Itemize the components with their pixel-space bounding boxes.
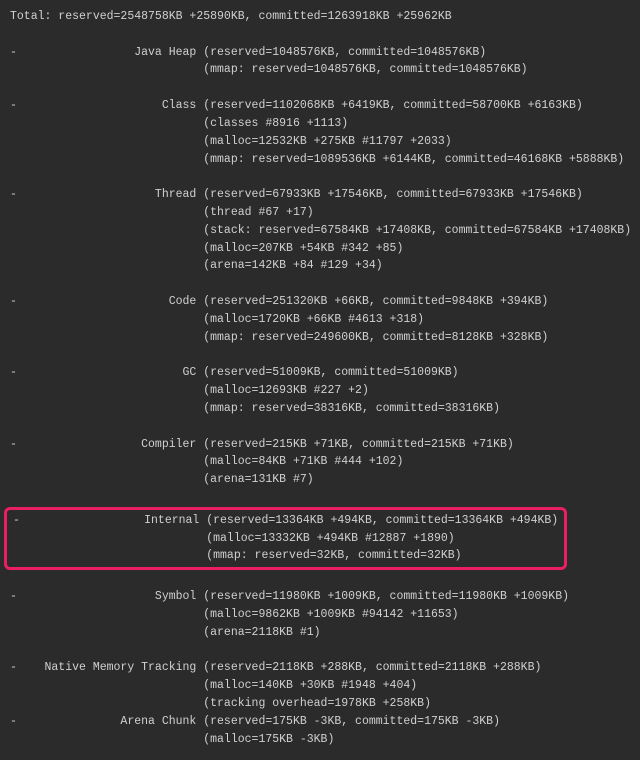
section-detail-line: (mmap: reserved=32KB, committed=32KB) xyxy=(13,547,558,565)
section-detail-line: (malloc=84KB +71KB #444 +102) xyxy=(10,453,630,471)
total-line: Total: reserved=2548758KB +25890KB, comm… xyxy=(10,8,630,26)
section-detail-line: (stack: reserved=67584KB +17408KB, commi… xyxy=(10,222,630,240)
section-line: - Code (reserved=251320KB +66KB, committ… xyxy=(10,293,630,311)
section-detail-line: (arena=142KB +84 #129 +34) xyxy=(10,257,630,275)
section-detail-line: (malloc=1720KB +66KB #4613 +318) xyxy=(10,311,630,329)
section-line: - Java Heap (reserved=1048576KB, committ… xyxy=(10,44,630,62)
blank-line xyxy=(10,418,630,436)
section-detail-line: (malloc=175KB -3KB) xyxy=(10,731,630,749)
section-detail-line: (malloc=9862KB +1009KB #94142 +11653) xyxy=(10,606,630,624)
section-detail-line: (classes #8916 +1113) xyxy=(10,115,630,133)
section-detail-line: (mmap: reserved=38316KB, committed=38316… xyxy=(10,400,630,418)
section-detail-line: (malloc=207KB +54KB #342 +85) xyxy=(10,240,630,258)
section-detail-line: (mmap: reserved=1089536KB +6144KB, commi… xyxy=(10,151,630,169)
section-detail-line: (arena=131KB #7) xyxy=(10,471,630,489)
section-line: - Internal (reserved=13364KB +494KB, com… xyxy=(13,512,558,530)
section-line: - GC (reserved=51009KB, committed=51009K… xyxy=(10,364,630,382)
blank-line xyxy=(10,489,630,507)
section-detail-line: (malloc=140KB +30KB #1948 +404) xyxy=(10,677,630,695)
section-detail-line: (thread #67 +17) xyxy=(10,204,630,222)
section-line: - Thread (reserved=67933KB +17546KB, com… xyxy=(10,186,630,204)
blank-line xyxy=(10,168,630,186)
blank-line xyxy=(10,79,630,97)
section-line: - Arena Chunk (reserved=175KB -3KB, comm… xyxy=(10,713,630,731)
blank-line xyxy=(10,346,630,364)
section-line: - Compiler (reserved=215KB +71KB, commit… xyxy=(10,436,630,454)
section-detail-line: (arena=2118KB #1) xyxy=(10,624,630,642)
section-detail-line: (malloc=12532KB +275KB #11797 +2033) xyxy=(10,133,630,151)
highlighted-section: - Internal (reserved=13364KB +494KB, com… xyxy=(10,507,630,570)
terminal-output: Total: reserved=2548758KB +25890KB, comm… xyxy=(0,0,640,760)
blank-line xyxy=(10,570,630,588)
blank-line xyxy=(10,275,630,293)
section-detail-line: (malloc=13332KB +494KB #12887 +1890) xyxy=(13,530,558,548)
section-line: - Symbol (reserved=11980KB +1009KB, comm… xyxy=(10,588,630,606)
blank-line xyxy=(10,641,630,659)
highlight-box: - Internal (reserved=13364KB +494KB, com… xyxy=(4,507,567,570)
section-detail-line: (mmap: reserved=1048576KB, committed=104… xyxy=(10,61,630,79)
section-detail-line: (tracking overhead=1978KB +258KB) xyxy=(10,695,630,713)
section-detail-line: (malloc=12693KB #227 +2) xyxy=(10,382,630,400)
section-line: - Class (reserved=1102068KB +6419KB, com… xyxy=(10,97,630,115)
section-detail-line: (mmap: reserved=249600KB, committed=8128… xyxy=(10,329,630,347)
section-line: - Native Memory Tracking (reserved=2118K… xyxy=(10,659,630,677)
